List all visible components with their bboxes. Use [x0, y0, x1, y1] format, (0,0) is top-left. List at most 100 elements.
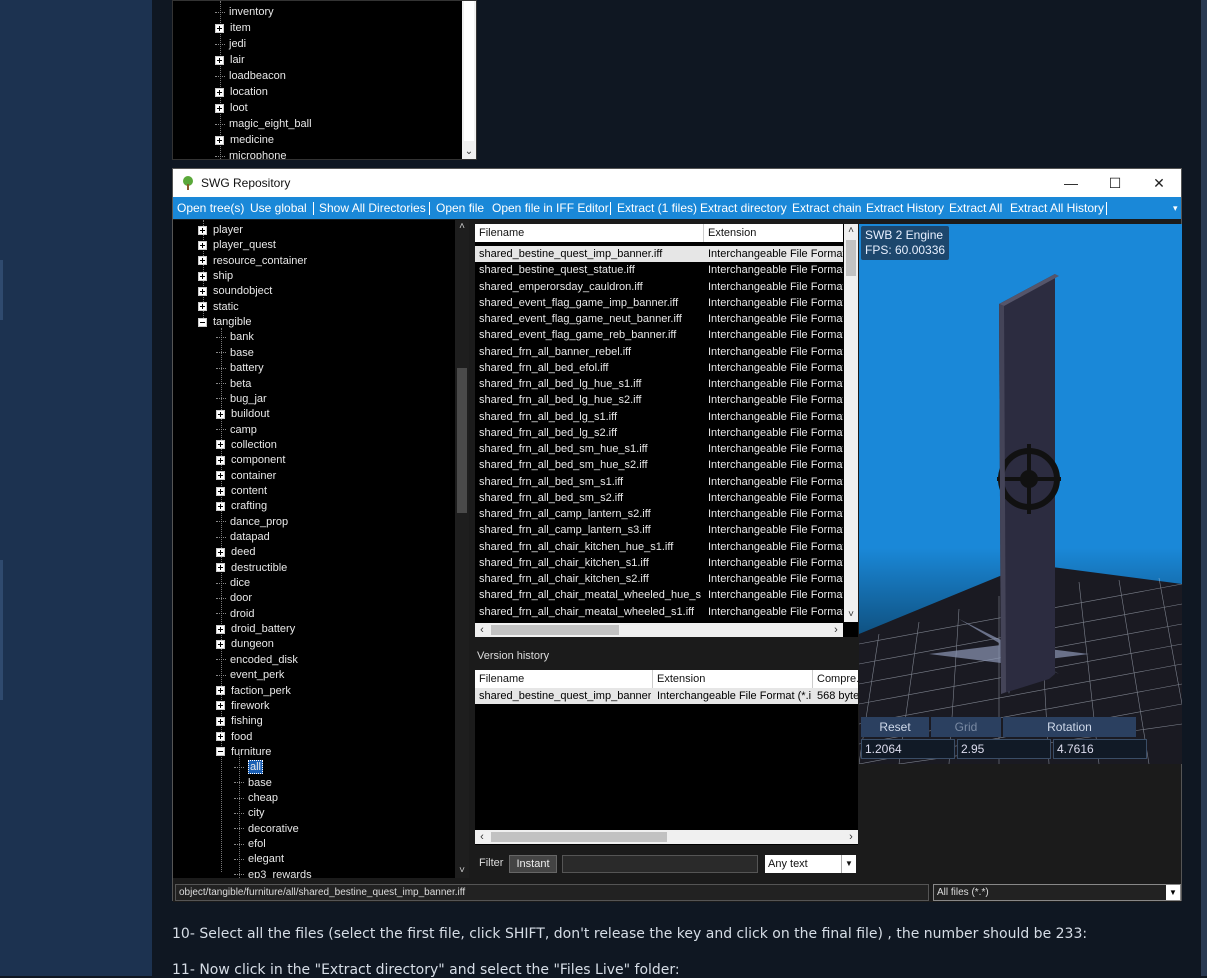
tree-item-magic-eight-ball[interactable]: magic_eight_ball: [215, 116, 312, 132]
file-row[interactable]: shared_frn_all_bed_efol.iff Interchangeab…: [475, 360, 843, 376]
scroll-thumb[interactable]: [491, 625, 619, 635]
expand-icon[interactable]: [216, 501, 225, 511]
minimize-button[interactable]: —: [1049, 169, 1093, 197]
tree-item-ep3-rewards[interactable]: ep3_rewards: [234, 867, 312, 878]
file-row[interactable]: shared_frn_all_banner_rebel.iff Interchan…: [475, 344, 843, 360]
tree-item-collection[interactable]: collection: [216, 437, 277, 453]
file-row[interactable]: shared_frn_all_chair_meatal_wheeled_s1.i…: [475, 604, 843, 620]
expand-icon[interactable]: [216, 624, 225, 634]
tree-item-lair[interactable]: lair: [215, 52, 245, 68]
file-row[interactable]: shared_frn_all_camp_lantern_s3.iff Interc…: [475, 522, 843, 538]
scroll-left-arrow-icon[interactable]: ‹: [475, 830, 489, 844]
expand-icon[interactable]: [198, 225, 207, 235]
filter-mode-select[interactable]: Any text ▼: [765, 855, 856, 873]
file-row[interactable]: shared_bestine_quest_imp_banner.iff Inter…: [475, 246, 843, 262]
tree-item-cheap[interactable]: cheap: [234, 790, 278, 806]
tree-item-item[interactable]: item: [215, 20, 251, 36]
menu-open-file[interactable]: Open file: [436, 197, 484, 219]
tree-item-food[interactable]: food: [216, 729, 252, 745]
tree-item-city[interactable]: city: [234, 805, 265, 821]
instant-button[interactable]: Instant: [509, 855, 557, 873]
expand-icon[interactable]: [198, 240, 207, 250]
scroll-thumb[interactable]: [457, 368, 467, 513]
reset-value-field[interactable]: 1.2064: [861, 739, 955, 759]
column-header-extension[interactable]: Extension: [704, 224, 843, 242]
file-row[interactable]: shared_frn_all_bed_sm_hue_s1.iff Intercha…: [475, 441, 843, 457]
file-list-hscroll[interactable]: ‹ ›: [475, 623, 843, 637]
column-header-filename[interactable]: Filename: [475, 670, 653, 688]
file-type-select[interactable]: All files (*.*) ▼: [933, 884, 1181, 901]
collapse-icon[interactable]: [216, 747, 225, 757]
rotation-value-field[interactable]: 4.7616: [1053, 739, 1147, 759]
file-row[interactable]: shared_frn_all_bed_sm_s1.iff Interchangea…: [475, 474, 843, 490]
file-row[interactable]: shared_frn_all_camp_lantern_s2.iff Interc…: [475, 506, 843, 522]
tree-item-furniture[interactable]: furniture: [216, 744, 271, 760]
tree-item-medicine[interactable]: medicine: [215, 132, 274, 148]
menu-show-all-directories[interactable]: Show All Directories: [319, 197, 426, 219]
file-row[interactable]: shared_frn_all_bed_lg_hue_s2.iff Intercha…: [475, 392, 843, 408]
file-row[interactable]: shared_frn_all_bed_sm_s2.iff Interchangea…: [475, 490, 843, 506]
grid-button[interactable]: Grid: [931, 717, 1001, 737]
file-row[interactable]: shared_event_flag_game_imp_banner.iff Int…: [475, 295, 843, 311]
close-button[interactable]: ✕: [1137, 169, 1181, 197]
expand-icon[interactable]: [215, 103, 224, 113]
tree-item-fishing[interactable]: fishing: [216, 713, 263, 729]
grid-value-field[interactable]: 2.95: [957, 739, 1051, 759]
menu-extract-files[interactable]: Extract (1 files): [617, 197, 697, 219]
collapse-icon[interactable]: [198, 317, 207, 327]
tree-item-dice[interactable]: dice: [216, 575, 250, 591]
expand-icon[interactable]: [216, 455, 225, 465]
tree-item-base[interactable]: base: [234, 775, 272, 791]
selected-path-field[interactable]: object/tangible/furniture/all/shared_bes…: [175, 884, 929, 901]
column-header-extension[interactable]: Extension: [653, 670, 813, 688]
file-row[interactable]: shared_bestine_quest_statue.iff Interchan…: [475, 262, 843, 278]
tree-scrollbar[interactable]: ˄ ˅: [455, 220, 469, 878]
file-row[interactable]: shared_frn_all_bed_lg_s1.iff Interchangea…: [475, 409, 843, 425]
expand-icon[interactable]: [215, 23, 224, 33]
reset-button[interactable]: Reset: [861, 717, 929, 737]
expand-icon[interactable]: [216, 640, 225, 650]
maximize-button[interactable]: ☐: [1093, 169, 1137, 197]
tree-item-decorative[interactable]: decorative: [234, 821, 299, 837]
tree-item-player[interactable]: player: [198, 222, 243, 238]
tree-item-jedi[interactable]: jedi: [215, 36, 246, 52]
expand-icon[interactable]: [215, 135, 224, 145]
tree-item-loadbeacon[interactable]: loadbeacon: [215, 68, 286, 84]
menu-use-global[interactable]: Use global: [250, 197, 307, 219]
tree-item-component[interactable]: component: [216, 452, 285, 468]
menu-extract-directory[interactable]: Extract directory: [700, 197, 787, 219]
tree-item-destructible[interactable]: destructible: [216, 560, 287, 576]
expand-icon[interactable]: [216, 547, 225, 557]
file-row[interactable]: shared_event_flag_game_reb_banner.iff Int…: [475, 327, 843, 343]
file-row[interactable]: shared_event_flag_game_neut_banner.iff In…: [475, 311, 843, 327]
column-header-filename[interactable]: Filename: [475, 224, 704, 242]
scroll-left-arrow-icon[interactable]: ‹: [475, 623, 489, 637]
tree-item-beta[interactable]: beta: [216, 376, 251, 392]
tree-item-droid-battery[interactable]: droid_battery: [216, 621, 295, 637]
top-tree-scrollbar[interactable]: ⌄: [462, 1, 476, 159]
tree-item-camp[interactable]: camp: [216, 422, 257, 438]
scroll-down-arrow-icon[interactable]: ˅: [844, 608, 858, 622]
tree-item-encoded-disk[interactable]: encoded_disk: [216, 652, 298, 668]
expand-icon[interactable]: [216, 701, 225, 711]
file-row[interactable]: shared_frn_all_bed_lg_hue_s1.iff Intercha…: [475, 376, 843, 392]
version-history-hscroll[interactable]: ‹ ›: [475, 830, 858, 844]
tree-item-firework[interactable]: firework: [216, 698, 270, 714]
expand-icon[interactable]: [198, 302, 207, 312]
tree-item-deed[interactable]: deed: [216, 544, 255, 560]
scroll-thumb[interactable]: [846, 240, 856, 276]
expand-icon[interactable]: [216, 486, 225, 496]
expand-icon[interactable]: [215, 87, 224, 97]
tree-item-resource-container[interactable]: resource_container: [198, 253, 307, 269]
tree-item-soundobject[interactable]: soundobject: [198, 283, 272, 299]
scroll-right-arrow-icon[interactable]: ›: [844, 830, 858, 844]
tree-item-battery[interactable]: battery: [216, 360, 264, 376]
file-row[interactable]: shared_frn_all_chair_kitchen_s2.iff Inter…: [475, 571, 843, 587]
menu-open-trees[interactable]: Open tree(s): [177, 197, 244, 219]
expand-icon[interactable]: [198, 271, 207, 281]
tree-item-container[interactable]: container: [216, 468, 276, 484]
expand-icon[interactable]: [198, 256, 207, 266]
menu-extract-chain[interactable]: Extract chain: [792, 197, 861, 219]
column-header-compression[interactable]: Compre...: [813, 670, 858, 688]
scroll-thumb[interactable]: [491, 832, 667, 842]
